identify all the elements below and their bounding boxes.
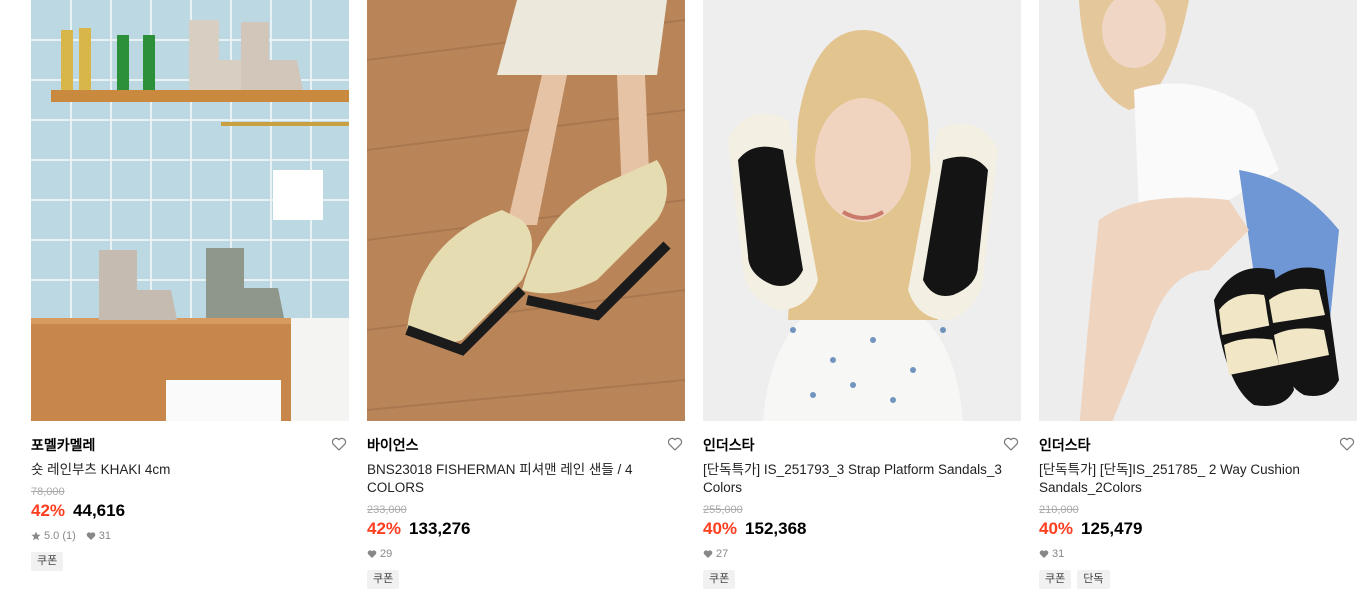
heart-filled-icon bbox=[86, 532, 96, 540]
product-image[interactable] bbox=[31, 0, 349, 421]
heart-outline-icon[interactable] bbox=[1003, 436, 1019, 452]
brand-name[interactable]: 포멜카멜레 bbox=[31, 436, 349, 454]
original-price: 78,000 bbox=[31, 486, 65, 498]
coupon-tag: 쿠폰 bbox=[31, 552, 64, 571]
original-price: 233,000 bbox=[367, 504, 407, 516]
price-row: 42% 133,276 bbox=[367, 518, 685, 540]
brand-name[interactable]: 인더스타 bbox=[1039, 436, 1357, 454]
sale-price: 133,276 bbox=[409, 519, 471, 538]
likes-count: 29 bbox=[380, 548, 393, 560]
star-icon bbox=[31, 531, 41, 541]
rating-value: 5.0 (1) bbox=[44, 530, 76, 542]
product-name[interactable]: 숏 레인부츠 KHAKI 4cm bbox=[31, 461, 349, 479]
product-image[interactable] bbox=[1039, 0, 1357, 421]
heart-outline-icon[interactable] bbox=[331, 436, 347, 452]
discount-rate: 40% bbox=[703, 519, 738, 538]
rating: 5.0 (1) bbox=[31, 529, 76, 543]
heart-filled-icon bbox=[703, 550, 713, 558]
product-meta: 31 bbox=[1039, 547, 1357, 561]
product-grid: 포멜카멜레 숏 레인부츠 KHAKI 4cm 78,000 42% 44,616… bbox=[31, 0, 1357, 589]
product-image[interactable] bbox=[367, 0, 685, 421]
product-photo bbox=[703, 0, 1021, 421]
price-row: 42% 44,616 bbox=[31, 500, 349, 522]
coupon-tag: 쿠폰 bbox=[703, 570, 736, 589]
likes-count: 31 bbox=[1052, 548, 1065, 560]
product-card[interactable]: 인더스타 [단독특가] [단독]IS_251785_ 2 Way Cushion… bbox=[1039, 0, 1357, 589]
product-photo bbox=[31, 0, 349, 421]
heart-filled-icon bbox=[1039, 550, 1049, 558]
sale-price: 152,368 bbox=[745, 519, 807, 538]
heart-filled-icon bbox=[367, 550, 377, 558]
sale-price: 125,479 bbox=[1081, 519, 1143, 538]
tag-list: 쿠폰 bbox=[31, 552, 349, 571]
likes-count: 31 bbox=[98, 530, 112, 542]
coupon-tag: 쿠폰 bbox=[367, 570, 400, 589]
heart-outline-icon[interactable] bbox=[667, 436, 683, 452]
likes: 31 bbox=[1039, 547, 1064, 561]
product-name[interactable]: BNS23018 FISHERMAN 피셔맨 레인 샌들 / 4 COLORS bbox=[367, 461, 685, 497]
product-image[interactable] bbox=[703, 0, 1021, 421]
discount-rate: 42% bbox=[367, 519, 402, 538]
sale-price: 44,616 bbox=[73, 501, 126, 520]
product-meta: 5.0 (1) 31 bbox=[31, 529, 349, 543]
likes: 31 bbox=[86, 529, 111, 543]
discount-rate: 40% bbox=[1039, 519, 1074, 538]
original-price: 210,000 bbox=[1039, 504, 1079, 516]
price-row: 40% 125,479 bbox=[1039, 518, 1357, 540]
likes: 29 bbox=[367, 547, 392, 561]
product-meta: 27 bbox=[703, 547, 1021, 561]
product-card[interactable]: 포멜카멜레 숏 레인부츠 KHAKI 4cm 78,000 42% 44,616… bbox=[31, 0, 349, 589]
product-photo bbox=[367, 0, 685, 421]
likes: 27 bbox=[703, 547, 728, 561]
heart-outline-icon[interactable] bbox=[1339, 436, 1355, 452]
discount-rate: 42% bbox=[31, 501, 66, 520]
product-meta: 29 bbox=[367, 547, 685, 561]
product-photo bbox=[1039, 0, 1357, 421]
brand-name[interactable]: 인더스타 bbox=[703, 436, 1021, 454]
exclusive-tag: 단독 bbox=[1077, 570, 1110, 589]
price-row: 40% 152,368 bbox=[703, 518, 1021, 540]
tag-list: 쿠폰 bbox=[703, 570, 1021, 589]
product-card[interactable]: 인더스타 [단독특가] IS_251793_3 Strap Platform S… bbox=[703, 0, 1021, 589]
tag-list: 쿠폰 단독 bbox=[1039, 570, 1357, 589]
product-card[interactable]: 바이언스 BNS23018 FISHERMAN 피셔맨 레인 샌들 / 4 CO… bbox=[367, 0, 685, 589]
brand-name[interactable]: 바이언스 bbox=[367, 436, 685, 454]
coupon-tag: 쿠폰 bbox=[1039, 570, 1072, 589]
product-name[interactable]: [단독특가] [단독]IS_251785_ 2 Way Cushion Sand… bbox=[1039, 461, 1357, 497]
tag-list: 쿠폰 bbox=[367, 570, 685, 589]
likes-count: 27 bbox=[716, 548, 729, 560]
original-price: 255,000 bbox=[703, 504, 743, 516]
product-name[interactable]: [단독특가] IS_251793_3 Strap Platform Sandal… bbox=[703, 461, 1021, 497]
